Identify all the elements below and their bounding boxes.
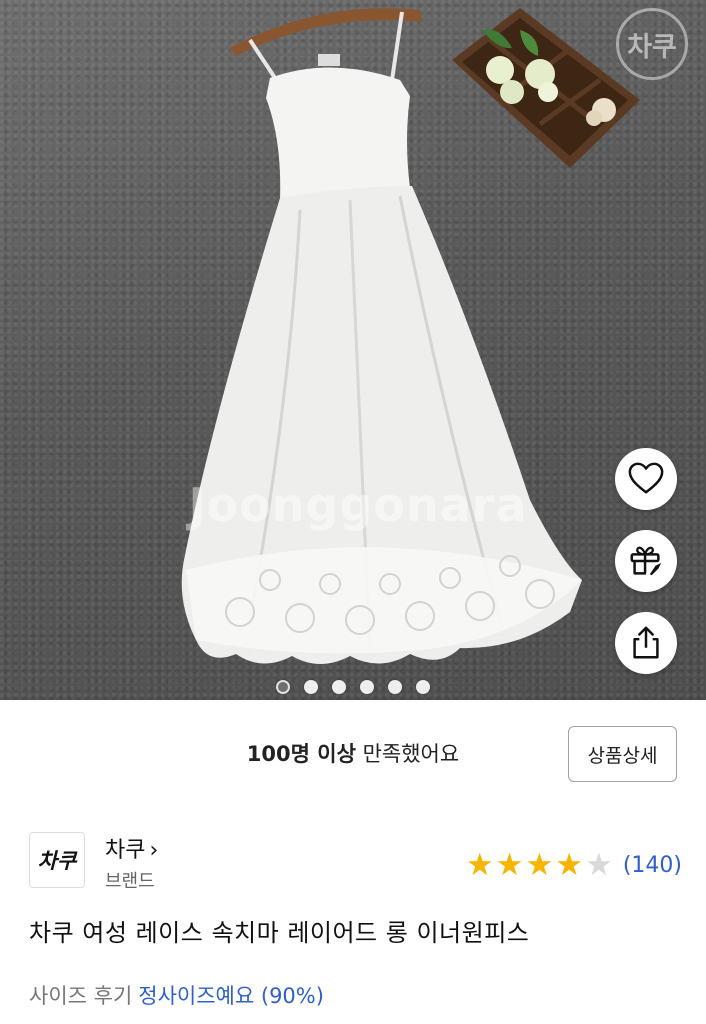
product-detail-button[interactable]: 상품상세: [568, 726, 677, 782]
carousel-dot[interactable]: [388, 680, 402, 694]
chevron-right-icon: ›: [149, 838, 159, 863]
brand-watermark-stamp: 차쿠: [616, 8, 688, 80]
watermark: Joonggonara: [188, 478, 528, 532]
brand-row: 차쿠 차쿠 › 브랜드 ★ ★ ★ ★ ★ (140): [0, 820, 706, 900]
size-review-value[interactable]: 정사이즈예요 (90%): [138, 984, 324, 1008]
review-count[interactable]: (140): [623, 853, 682, 878]
star-filled-icon: ★: [465, 847, 494, 883]
satisfaction-suffix: 만족했어요: [355, 742, 460, 766]
gift-button[interactable]: [615, 530, 677, 592]
carousel-dot[interactable]: [360, 680, 374, 694]
size-review[interactable]: 사이즈 후기 정사이즈예요 (90%): [29, 980, 324, 1010]
carousel-dot[interactable]: [416, 680, 430, 694]
share-icon: [633, 626, 659, 659]
rating[interactable]: ★ ★ ★ ★ ★ (140): [466, 850, 682, 881]
wishlist-button[interactable]: [615, 448, 677, 510]
star-filled-icon: ★: [525, 847, 554, 883]
gift-icon: [630, 546, 662, 576]
brand-logo[interactable]: 차쿠: [29, 832, 85, 888]
carousel-dot[interactable]: [276, 680, 290, 694]
product-photo: [181, 8, 640, 664]
brand-type-label: 브랜드: [105, 871, 155, 892]
brand-link[interactable]: 차쿠 ›: [105, 832, 158, 864]
brand-name: 차쿠: [105, 838, 146, 863]
dress: [181, 54, 582, 664]
product-title: 차쿠 여성 레이스 속치마 레이어드 롱 이너원피스: [29, 919, 530, 947]
satisfaction-bar: 100명 이상 만족했어요 상품상세: [0, 700, 706, 804]
wooden-tray: [452, 8, 640, 168]
star-filled-icon: ★: [555, 847, 584, 883]
product-image-carousel[interactable]: Joonggonara 차쿠: [0, 0, 706, 700]
carousel-dot[interactable]: [332, 680, 346, 694]
heart-icon: [628, 462, 664, 494]
star-filled-icon: ★: [495, 847, 524, 883]
carousel-dot[interactable]: [304, 680, 318, 694]
share-button[interactable]: [615, 612, 677, 674]
carousel-indicator: [0, 680, 706, 694]
satisfaction-count: 100명 이상: [246, 742, 356, 766]
star-empty-icon: ★: [585, 847, 613, 883]
size-review-label: 사이즈 후기: [29, 984, 133, 1008]
